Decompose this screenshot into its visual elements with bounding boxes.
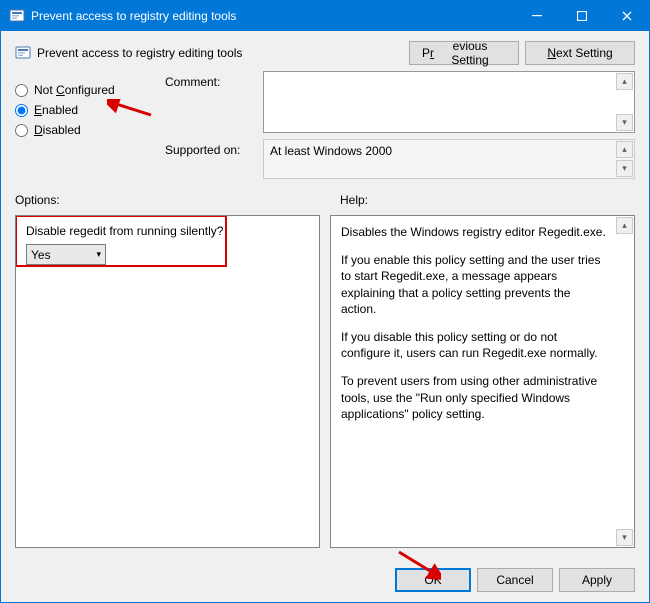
options-label: Options: <box>15 193 340 207</box>
help-label: Help: <box>340 193 368 207</box>
window-title: Prevent access to registry editing tools <box>31 9 514 23</box>
radio-not-configured-input[interactable] <box>15 84 28 97</box>
radio-enabled-input[interactable] <box>15 104 28 117</box>
help-text: Disables the Windows registry editor Reg… <box>341 224 624 434</box>
radio-disabled-label: Disabled <box>34 123 81 137</box>
scroll-down-icon[interactable]: ▾ <box>616 529 633 546</box>
window-controls <box>514 1 649 31</box>
help-panel: Disables the Windows registry editor Reg… <box>330 215 635 548</box>
next-setting-button[interactable]: Next Setting <box>525 41 635 65</box>
option-select[interactable]: Yes ▾ <box>26 244 106 265</box>
radio-not-configured-label: Not Configured <box>34 83 115 97</box>
options-panel: Disable regedit from running silently? Y… <box>15 215 320 548</box>
close-button[interactable] <box>604 1 649 31</box>
comment-textarea[interactable]: ▴ ▾ <box>263 71 635 133</box>
minimize-button[interactable] <box>514 1 559 31</box>
panels: Disable regedit from running silently? Y… <box>15 215 635 548</box>
content-area: Prevent access to registry editing tools… <box>1 31 649 558</box>
dialog-window: Prevent access to registry editing tools… <box>0 0 650 603</box>
comment-row: Comment: ▴ ▾ <box>165 71 635 133</box>
radio-disabled-input[interactable] <box>15 124 28 137</box>
footer: OK Cancel Apply <box>1 558 649 602</box>
scroll-down-icon[interactable]: ▾ <box>616 114 633 131</box>
maximize-button[interactable] <box>559 1 604 31</box>
apply-button[interactable]: Apply <box>559 568 635 592</box>
policy-title: Prevent access to registry editing tools <box>37 46 242 60</box>
policy-icon <box>15 45 31 61</box>
state-radio-group: Not Configured Enabled Disabled <box>15 71 155 179</box>
option-select-value: Yes <box>31 248 51 262</box>
policy-icon <box>9 8 25 24</box>
cancel-button[interactable]: Cancel <box>477 568 553 592</box>
scroll-up-icon[interactable]: ▴ <box>616 141 633 158</box>
supported-row: Supported on: At least Windows 2000 ▴ ▾ <box>165 139 635 179</box>
option-question: Disable regedit from running silently? <box>26 224 309 238</box>
radio-enabled[interactable]: Enabled <box>15 103 155 117</box>
chevron-down-icon: ▾ <box>96 249 101 260</box>
ok-button[interactable]: OK <box>395 568 471 592</box>
scroll-down-icon[interactable]: ▾ <box>616 160 633 177</box>
scroll-up-icon[interactable]: ▴ <box>616 217 633 234</box>
radio-enabled-label: Enabled <box>34 103 78 117</box>
supported-label: Supported on: <box>165 139 255 179</box>
radio-disabled[interactable]: Disabled <box>15 123 155 137</box>
panel-labels: Options: Help: <box>15 193 635 207</box>
titlebar: Prevent access to registry editing tools <box>1 1 649 31</box>
settings-row: Not Configured Enabled Disabled Commen <box>15 71 635 179</box>
comment-label: Comment: <box>165 71 255 133</box>
radio-not-configured[interactable]: Not Configured <box>15 83 155 97</box>
supported-on-value: At least Windows 2000 ▴ ▾ <box>263 139 635 179</box>
scroll-up-icon[interactable]: ▴ <box>616 73 633 90</box>
previous-setting-button[interactable]: Previous Setting <box>409 41 519 65</box>
header-row: Prevent access to registry editing tools… <box>15 41 635 65</box>
